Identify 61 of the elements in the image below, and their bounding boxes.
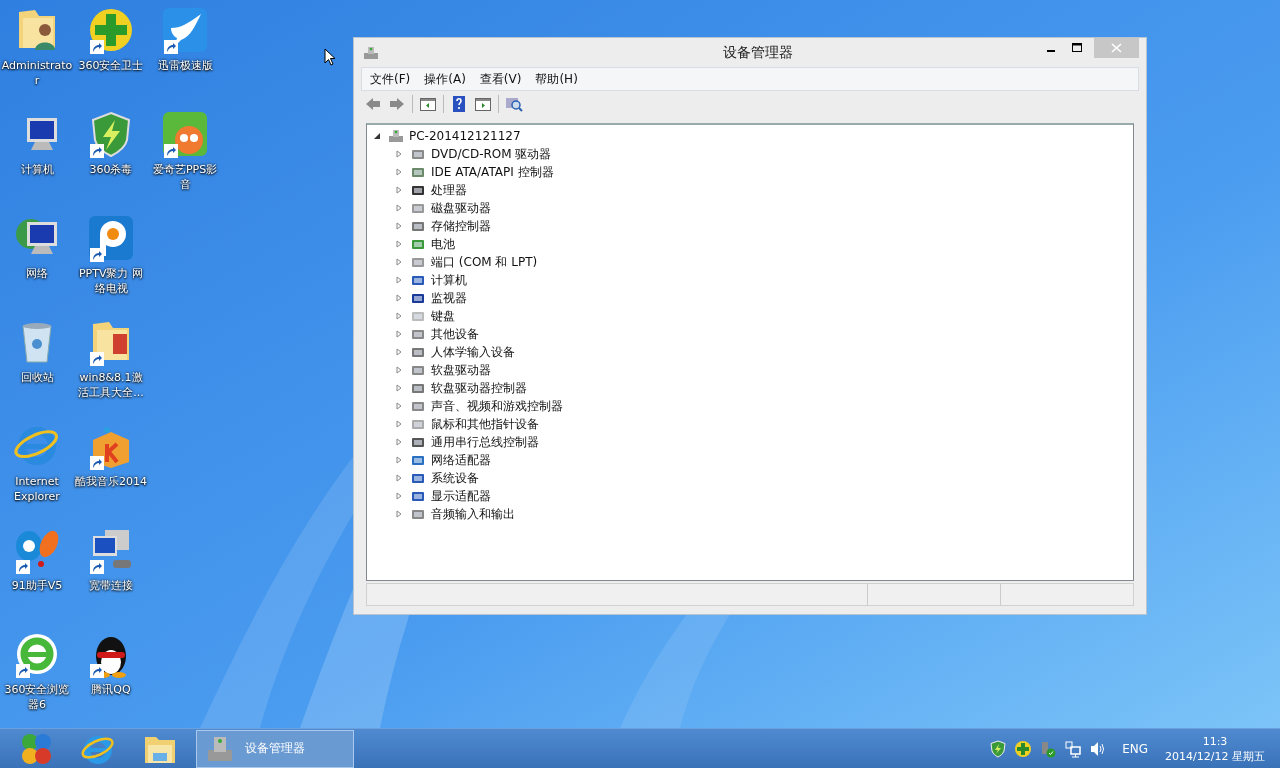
tree-item[interactable]: 网络适配器 (431, 451, 491, 469)
tree-item[interactable]: 处理器 (431, 181, 467, 199)
back-icon[interactable] (364, 95, 382, 113)
tree-item[interactable]: 音频输入和输出 (431, 505, 515, 523)
shield-icon[interactable] (989, 739, 1008, 758)
tree-item[interactable]: 通用串行总线控制器 (431, 433, 539, 451)
tree-item[interactable]: 鼠标和其他指针设备 (431, 415, 539, 433)
icon-label: 360杀毒 (88, 162, 134, 177)
tree-item[interactable]: 其他设备 (431, 325, 479, 343)
tree-item[interactable]: 显示适配器 (431, 487, 491, 505)
tree-item[interactable]: 键盘 (431, 307, 455, 325)
tree-item[interactable]: 软盘驱动器 (431, 361, 491, 379)
mouse-pointer-icon (324, 48, 336, 66)
forward-icon[interactable] (388, 95, 406, 113)
help-icon[interactable] (450, 95, 468, 113)
icon-label: PPTV聚力 网络电视 (78, 266, 144, 296)
icon-label: 360安全卫士 (77, 58, 145, 73)
menu-item[interactable]: 查看(V) (477, 68, 530, 90)
icon-label: 迅雷极速版 (156, 58, 214, 73)
icon-label: 回收站 (19, 370, 55, 385)
computer-icon (388, 128, 404, 144)
plus-icon[interactable] (87, 6, 135, 54)
icon-label: 360安全浏览器6 (3, 682, 71, 712)
window-title: 设备管理器 (722, 43, 794, 62)
scan-hardware-icon[interactable] (505, 95, 523, 113)
tree-item[interactable]: 系统设备 (431, 469, 479, 487)
tree-item[interactable]: DVD/CD-ROM 驱动器 (431, 145, 552, 163)
tree-item[interactable]: 监视器 (431, 289, 467, 307)
tree-item[interactable]: 软盘驱动器控制器 (431, 379, 527, 397)
tree-item[interactable]: 存储控制器 (431, 217, 491, 235)
bird-icon[interactable] (161, 6, 209, 54)
tree-item[interactable]: 计算机 (431, 271, 467, 289)
device-manager-icon (363, 44, 379, 61)
tree-item[interactable]: 端口 (COM 和 LPT) (431, 253, 538, 271)
icon-label: 腾讯QQ (90, 682, 132, 697)
tree-item[interactable]: PC-201412121127 (409, 129, 521, 143)
expander-icon[interactable] (373, 132, 381, 140)
tree-item[interactable]: 电池 (431, 235, 455, 253)
tree-item[interactable]: 人体学输入设备 (431, 343, 515, 361)
properties-icon[interactable] (474, 95, 492, 113)
console-tree-icon[interactable] (419, 95, 437, 113)
tree-item[interactable]: 声音、视频和游戏控制器 (431, 397, 563, 415)
icon-label: 计算机 (19, 162, 55, 177)
menu-item[interactable]: 文件(F) (368, 68, 419, 90)
tile-icon[interactable] (161, 110, 209, 158)
tree-item[interactable]: IDE ATA/ATAPI 控制器 (431, 163, 554, 181)
icon-label: 酷我音乐2014 (74, 474, 148, 489)
menu-item[interactable]: 帮助(H) (533, 68, 586, 90)
icon-label: win8&8.1激活工具大全... (77, 370, 145, 400)
input-language-indicator[interactable]: ENG (1122, 741, 1148, 756)
icon-label: 爱奇艺PPS影音 (151, 162, 219, 192)
clock[interactable]: 11:3 2014/12/12 星期五 (1156, 733, 1280, 764)
icon-label: 91助手V5 (10, 578, 64, 593)
icon-label: Internet Explorer (13, 474, 61, 504)
menu-item[interactable]: 操作(A) (422, 68, 474, 90)
icon-label: Administrator (0, 58, 74, 88)
network-icon[interactable] (1064, 739, 1083, 758)
icon-label: 宽带连接 (88, 578, 134, 593)
tree-item[interactable]: 磁盘驱动器 (431, 199, 491, 217)
plus-icon[interactable] (1014, 739, 1033, 758)
icon-label: 网络 (25, 266, 49, 281)
